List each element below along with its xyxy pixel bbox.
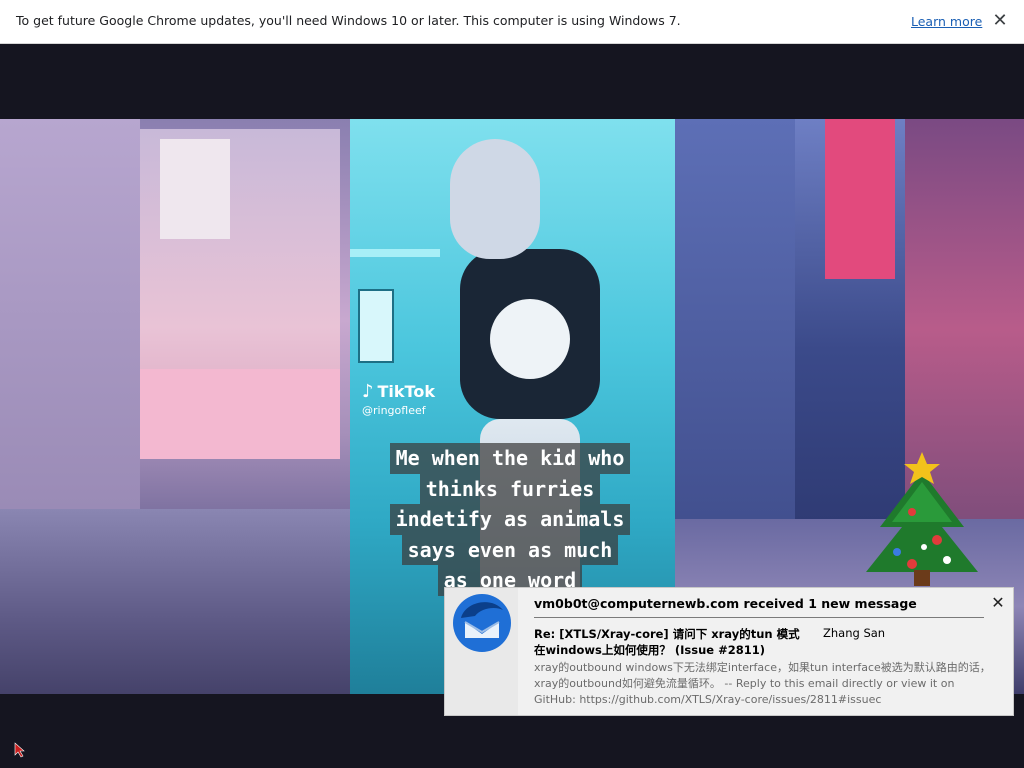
caption-line: indetify as animals	[389, 504, 631, 535]
tiktok-icon: ♪	[362, 381, 374, 402]
email-subject: Re: [XTLS/Xray-core] 请问下 xray的tun 模式在win…	[534, 627, 800, 657]
caption-line: thinks furries	[419, 473, 601, 504]
close-icon[interactable]: ✕	[990, 10, 1010, 32]
thunderbird-icon	[453, 594, 511, 652]
infobar-message: To get future Google Chrome updates, you…	[16, 13, 681, 28]
caption-line: Me when the kid who	[389, 443, 631, 474]
video-caption: Me when the kid who thinks furries indet…	[370, 443, 650, 596]
notification-title: vm0b0t@computernewb.com received 1 new m…	[534, 596, 917, 611]
email-preview: xray的outbound windows下无法绑定interface，如果tu…	[534, 661, 991, 706]
mouse-cursor-icon	[14, 742, 25, 758]
notification-icon-column	[445, 588, 518, 715]
notification-close-icon[interactable]: ✕	[989, 594, 1007, 612]
tiktok-watermark: ♪ TikTok @ringofleef	[362, 381, 435, 417]
caption-line: says even as much	[401, 534, 619, 565]
tiktok-handle: @ringofleef	[362, 404, 426, 417]
chrome-update-infobar: To get future Google Chrome updates, you…	[0, 0, 1024, 44]
email-sender: Zhang San	[823, 626, 886, 640]
tiktok-logo: ♪ TikTok	[362, 381, 435, 402]
blurred-street-left	[0, 119, 350, 694]
thunderbird-notification[interactable]: vm0b0t@computernewb.com received 1 new m…	[444, 587, 1014, 716]
learn-more-link[interactable]: Learn more	[911, 14, 982, 29]
christmas-tree-icon	[866, 452, 978, 586]
notification-divider	[534, 617, 984, 618]
